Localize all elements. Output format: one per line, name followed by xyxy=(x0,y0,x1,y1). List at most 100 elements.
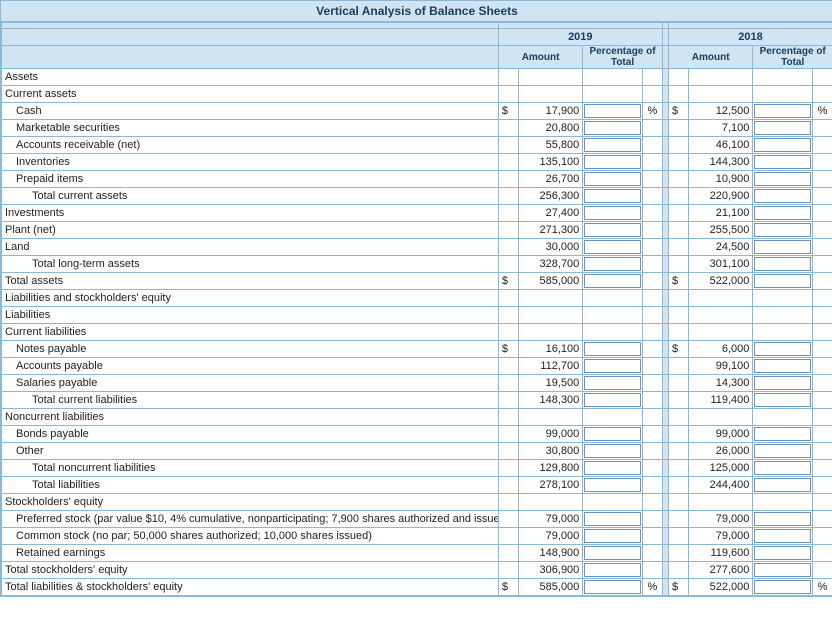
row-label: Total liabilities xyxy=(2,477,499,494)
currency-symbol xyxy=(668,307,688,324)
percentage-input[interactable] xyxy=(583,579,643,596)
percentage-input[interactable] xyxy=(583,426,643,443)
percentage-input[interactable] xyxy=(753,358,813,375)
percent-symbol xyxy=(813,426,832,443)
percentage-input[interactable] xyxy=(583,154,643,171)
currency-symbol xyxy=(498,494,518,511)
currency-symbol xyxy=(498,120,518,137)
percentage-input[interactable] xyxy=(753,137,813,154)
percentage-input[interactable] xyxy=(583,137,643,154)
currency-symbol xyxy=(668,375,688,392)
amount-cell xyxy=(518,324,583,341)
table-row: Preferred stock (par value $10, 4% cumul… xyxy=(2,511,832,528)
percentage-input[interactable] xyxy=(583,171,643,188)
percent-symbol xyxy=(642,307,662,324)
percentage-input[interactable] xyxy=(753,443,813,460)
percentage-input[interactable] xyxy=(583,358,643,375)
table-row: Total current assets256,300220,900 xyxy=(2,188,832,205)
percentage-input[interactable] xyxy=(753,579,813,596)
percent-symbol xyxy=(813,69,832,86)
percentage-input[interactable] xyxy=(753,256,813,273)
amount-cell: 112,700 xyxy=(518,358,583,375)
amount-cell: 278,100 xyxy=(518,477,583,494)
percentage-input[interactable] xyxy=(583,511,643,528)
row-label: Total assets xyxy=(2,273,499,290)
amount-cell: 79,000 xyxy=(518,511,583,528)
amount-cell: 301,100 xyxy=(688,256,753,273)
percentage-input[interactable] xyxy=(753,562,813,579)
table-row: Total stockholders' equity306,900277,600 xyxy=(2,562,832,579)
table-row: Total liabilities & stockholders' equity… xyxy=(2,579,832,596)
amount-cell xyxy=(688,409,753,426)
percentage-input xyxy=(583,69,643,86)
percentage-input[interactable] xyxy=(583,341,643,358)
percent-symbol xyxy=(642,239,662,256)
percentage-input[interactable] xyxy=(583,239,643,256)
percent-symbol xyxy=(813,409,832,426)
percent-symbol xyxy=(813,273,832,290)
percentage-input[interactable] xyxy=(753,545,813,562)
percent-symbol xyxy=(642,375,662,392)
percentage-input[interactable] xyxy=(583,528,643,545)
table-row: Common stock (no par; 50,000 shares auth… xyxy=(2,528,832,545)
percentage-input[interactable] xyxy=(753,222,813,239)
percentage-input[interactable] xyxy=(753,120,813,137)
amount-cell: 277,600 xyxy=(688,562,753,579)
amount-cell: 79,000 xyxy=(688,511,753,528)
percentage-input[interactable] xyxy=(753,103,813,120)
percent-symbol xyxy=(642,290,662,307)
amount-cell: 256,300 xyxy=(518,188,583,205)
currency-symbol xyxy=(668,154,688,171)
percentage-input[interactable] xyxy=(583,477,643,494)
percentage-input[interactable] xyxy=(753,392,813,409)
percentage-input[interactable] xyxy=(753,171,813,188)
row-label: Cash xyxy=(2,103,499,120)
percentage-input[interactable] xyxy=(583,188,643,205)
percentage-input[interactable] xyxy=(583,392,643,409)
percentage-input[interactable] xyxy=(583,205,643,222)
percent-symbol xyxy=(813,460,832,477)
table-row: Cash$17,900%$12,500% xyxy=(2,103,832,120)
currency-symbol xyxy=(498,392,518,409)
row-label: Total long-term assets xyxy=(2,256,499,273)
percentage-input[interactable] xyxy=(583,443,643,460)
percentage-input[interactable] xyxy=(583,103,643,120)
amount-cell: 19,500 xyxy=(518,375,583,392)
percent-symbol xyxy=(642,528,662,545)
percent-symbol xyxy=(813,154,832,171)
currency-symbol xyxy=(668,358,688,375)
percentage-input[interactable] xyxy=(583,222,643,239)
percentage-input[interactable] xyxy=(753,154,813,171)
row-label: Total current assets xyxy=(2,188,499,205)
percentage-input[interactable] xyxy=(753,426,813,443)
table-row: Total liabilities278,100244,400 xyxy=(2,477,832,494)
percentage-input[interactable] xyxy=(583,273,643,290)
percentage-input[interactable] xyxy=(753,239,813,256)
row-label: Common stock (no par; 50,000 shares auth… xyxy=(2,528,499,545)
percentage-input[interactable] xyxy=(753,477,813,494)
percentage-input[interactable] xyxy=(753,341,813,358)
percent-symbol xyxy=(642,120,662,137)
table-row: Accounts payable112,70099,100 xyxy=(2,358,832,375)
amount-cell: 30,800 xyxy=(518,443,583,460)
percentage-input[interactable] xyxy=(583,375,643,392)
percentage-input xyxy=(753,409,813,426)
percent-symbol: % xyxy=(642,579,662,596)
row-label: Total stockholders' equity xyxy=(2,562,499,579)
percentage-input[interactable] xyxy=(583,256,643,273)
percentage-input[interactable] xyxy=(753,375,813,392)
currency-symbol: $ xyxy=(498,579,518,596)
percentage-input[interactable] xyxy=(753,460,813,477)
percentage-input[interactable] xyxy=(753,273,813,290)
percentage-input[interactable] xyxy=(583,562,643,579)
percentage-input[interactable] xyxy=(583,120,643,137)
amount-cell: 255,500 xyxy=(688,222,753,239)
percentage-input[interactable] xyxy=(753,528,813,545)
percentage-input[interactable] xyxy=(583,460,643,477)
percentage-input[interactable] xyxy=(753,205,813,222)
percent-symbol xyxy=(642,188,662,205)
percentage-input[interactable] xyxy=(753,188,813,205)
amount-cell: 55,800 xyxy=(518,137,583,154)
percentage-input[interactable] xyxy=(583,545,643,562)
percentage-input[interactable] xyxy=(753,511,813,528)
